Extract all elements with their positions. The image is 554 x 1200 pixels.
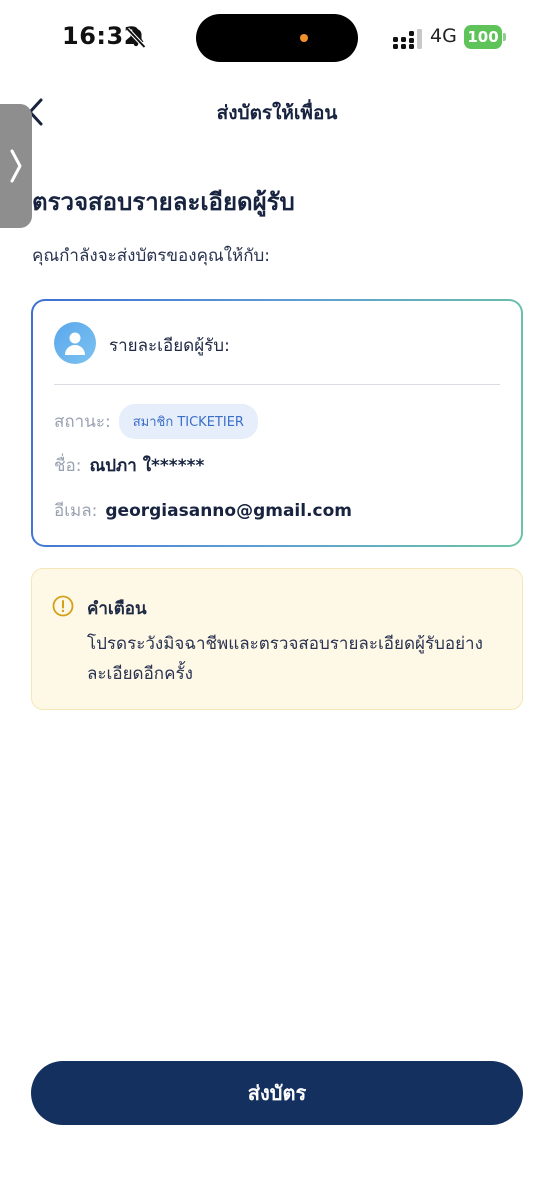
network-label: 4G xyxy=(430,25,457,47)
recipient-email: georgiasanno@gmail.com xyxy=(105,501,353,521)
nav-title: ส่งบัตรให้เพื่อน xyxy=(216,102,338,124)
bell-muted-icon xyxy=(126,27,146,49)
battery-icon: 100 xyxy=(464,25,506,49)
warning-icon xyxy=(52,595,74,617)
recipient-status-row: สถานะ: สมาชิก TICKETIER xyxy=(54,403,258,439)
recipient-card: รายละเอียดผู้รับ: สถานะ: สมาชิก TICKETIE… xyxy=(31,299,523,547)
email-label: อีเมล: xyxy=(54,501,98,521)
chevron-right-icon xyxy=(10,149,22,183)
warning-text: โปรดระวังมิจฉาชีพและตรวจสอบรายละเอียดผู้… xyxy=(87,634,483,684)
status-label: สถานะ: xyxy=(54,411,111,432)
member-status-badge: สมาชิก TICKETIER xyxy=(118,403,258,439)
warning-title: คำเตือน xyxy=(87,599,147,619)
warning-box: คำเตือน โปรดระวังมิจฉาชีพและตรวจสอบรายละ… xyxy=(31,568,523,710)
signal-icon xyxy=(393,29,422,49)
recipient-email-row: อีเมล: georgiasanno@gmail.com xyxy=(54,497,352,524)
divider xyxy=(54,384,500,385)
camera-indicator-icon xyxy=(300,34,308,42)
name-label: ชื่อ: xyxy=(54,456,82,476)
recipient-card-title: รายละเอียดผู้รับ: xyxy=(109,336,230,356)
page-subtitle: คุณกำลังจะส่งบัตรของคุณให้กับ: xyxy=(32,246,271,266)
side-panel-handle[interactable] xyxy=(0,104,32,228)
status-bar: 16:32 4G 100 xyxy=(0,0,554,76)
dynamic-island xyxy=(196,14,358,62)
user-avatar-icon xyxy=(54,322,96,364)
battery-level: 100 xyxy=(464,25,502,49)
recipient-name-row: ชื่อ: ณปภา ใ****** xyxy=(54,452,204,479)
recipient-name: ณปภา ใ****** xyxy=(89,456,205,476)
send-ticket-button[interactable]: ส่งบัตร xyxy=(31,1061,523,1125)
page-heading: ตรวจสอบรายละเอียดผู้รับ xyxy=(32,188,295,216)
